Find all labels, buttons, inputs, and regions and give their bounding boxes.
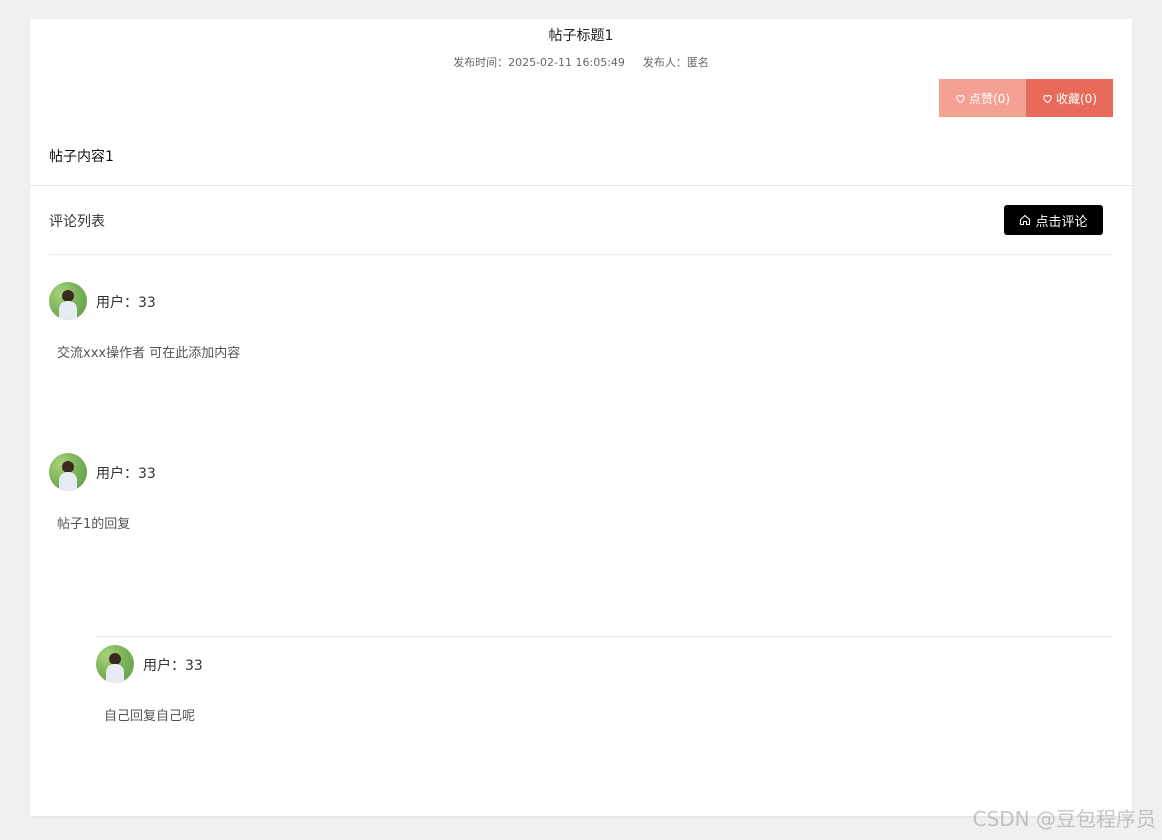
- header-divider: [49, 254, 1113, 255]
- avatar: [49, 453, 87, 491]
- avatar: [96, 645, 134, 683]
- favorite-label: 收藏(0): [1056, 91, 1097, 106]
- publisher: 匿名: [686, 56, 709, 69]
- avatar: [49, 282, 87, 320]
- like-button[interactable]: 点赞(0): [939, 79, 1026, 117]
- favorite-button[interactable]: 收藏(0): [1026, 79, 1113, 117]
- comment-text: 交流xxx操作者 可在此添加内容: [57, 346, 241, 361]
- comment-text: 帖子1的回复: [57, 517, 131, 532]
- post-meta: 发布时间：2025-02-11 16:05:49 发布人：匿名: [30, 54, 1132, 70]
- home-icon: [1020, 214, 1031, 226]
- comment-username: 用户：33: [96, 295, 156, 311]
- comment-section: 评论列表 点击评论 用户：33 交流xxx操作者 可在此添加内容 用户：33 帖…: [30, 186, 1132, 816]
- post-content: 帖子内容1: [49, 149, 114, 165]
- heart-icon: [1043, 94, 1052, 103]
- watermark: CSDN @豆包程序员: [972, 807, 1156, 831]
- heart-icon: [956, 94, 965, 103]
- publish-time: 2025-02-11 16:05:49: [508, 56, 625, 69]
- publish-time-label: 发布时间：: [453, 56, 509, 69]
- comment-list-title: 评论列表: [49, 214, 105, 230]
- like-label: 点赞(0): [969, 91, 1010, 106]
- add-comment-button[interactable]: 点击评论: [1004, 205, 1103, 235]
- add-comment-label: 点击评论: [1035, 214, 1088, 230]
- reply-divider: [96, 636, 1113, 637]
- post-title: 帖子标题1: [548, 28, 614, 44]
- reply-username: 用户：33: [143, 658, 203, 674]
- post-card: 帖子标题1 发布时间：2025-02-11 16:05:49 发布人：匿名 点赞(…: [30, 19, 1132, 185]
- reply-text: 自己回复自己呢: [104, 709, 196, 724]
- publisher-label: 发布人：: [642, 56, 687, 69]
- comment-username: 用户：33: [96, 466, 156, 482]
